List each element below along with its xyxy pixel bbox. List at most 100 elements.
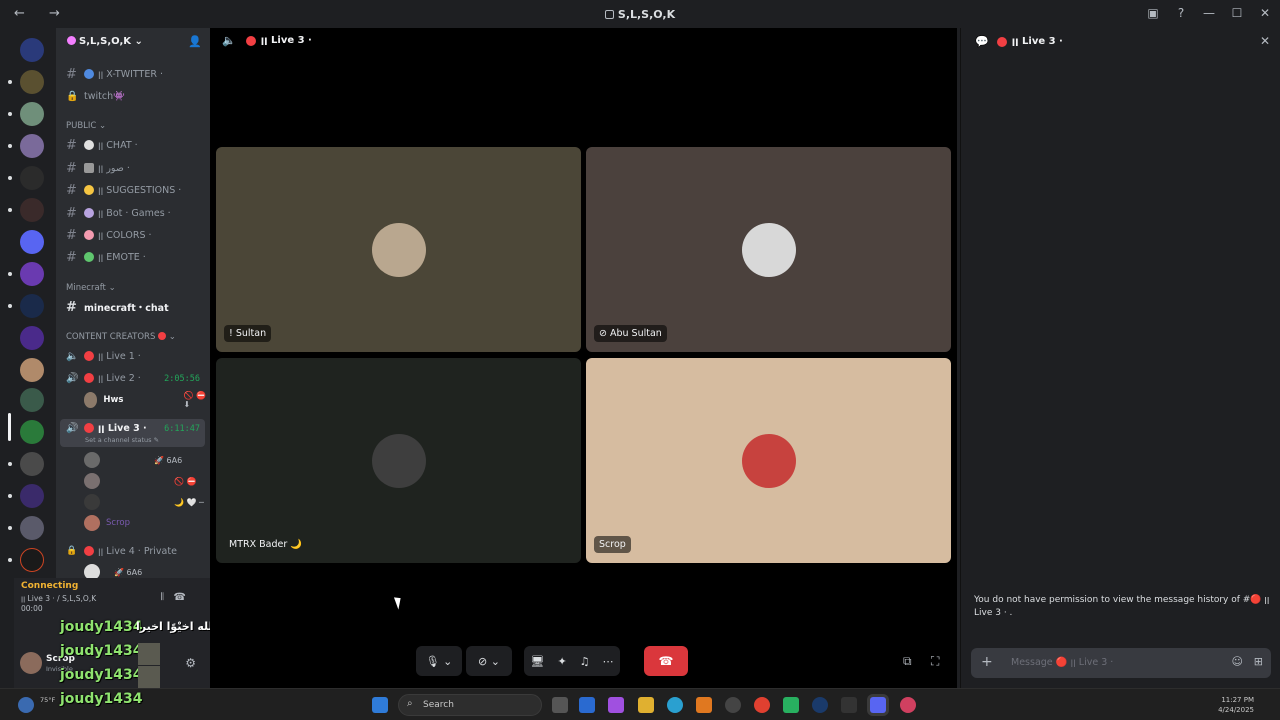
noise-suppression-icon[interactable]: 𝄃	[161, 592, 173, 603]
start-icon[interactable]	[372, 697, 388, 713]
taskbar-search[interactable]: ⌕ Search	[398, 694, 542, 716]
fullscreen-icon[interactable]: ⛶	[931, 654, 939, 669]
more-options-icon[interactable]: ⋯	[603, 655, 614, 668]
maximize-button[interactable]: ☐	[1230, 6, 1244, 20]
app-icon[interactable]	[579, 697, 595, 713]
server-icon[interactable]	[20, 388, 44, 412]
window-titlebar: ← → S,L,S,O,K ▣ ? — ☐ ✕	[0, 0, 1280, 28]
apps-icon[interactable]: ⊞	[1254, 655, 1263, 668]
channel-status-prompt[interactable]: Set a channel status ✎	[85, 436, 159, 444]
server-icon[interactable]	[20, 420, 44, 444]
voice-member[interactable]: Hws 🚫 ⛔ ⬇	[84, 391, 210, 409]
voice-channel-live4[interactable]: 🔒 ꞁꞁ Live 4 · Private	[66, 544, 177, 558]
voice-connection-status[interactable]: Connecting	[21, 581, 78, 591]
activities-icon[interactable]: ✦	[557, 655, 566, 668]
participant-tile[interactable]: ! Sultan	[216, 147, 581, 352]
voice-member[interactable]: 🚀 6A6	[84, 564, 142, 578]
inbox-icon[interactable]: ▣	[1146, 6, 1160, 20]
invite-icon[interactable]: 👤	[188, 35, 202, 48]
window-title: S,L,S,O,K	[0, 8, 1280, 21]
discord-icon[interactable]	[870, 697, 886, 713]
server-icon[interactable]	[20, 294, 44, 318]
participant-tile[interactable]: Scrop	[586, 358, 951, 563]
server-icon[interactable]	[20, 38, 44, 62]
activity-controls: 🖥 ✦ ♫ ⋯	[524, 646, 620, 676]
server-icon[interactable]	[20, 102, 44, 126]
help-icon[interactable]: ?	[1174, 6, 1188, 20]
system-clock[interactable]: 11:27 PM 4/24/2025	[1218, 695, 1254, 715]
unread-pip	[8, 558, 12, 562]
emoji-icon[interactable]: ☺	[1232, 655, 1243, 668]
server-icon[interactable]	[20, 548, 44, 572]
app-icon[interactable]	[783, 697, 799, 713]
channel-minecraft-chat[interactable]: # minecraft・chat	[66, 300, 169, 315]
steam-icon[interactable]	[725, 697, 741, 713]
server-icon[interactable]	[20, 262, 44, 286]
member-status-icons: 🚫 ⛔ ⬇	[183, 391, 206, 409]
app-icon	[604, 10, 614, 19]
server-icon[interactable]	[20, 230, 44, 254]
channel-x-twitter[interactable]: # ꞁꞁ X-TWITTER ·	[66, 67, 163, 82]
file-explorer-icon[interactable]	[638, 697, 654, 713]
category-content-creators[interactable]: CONTENT CREATORS ⌄	[66, 332, 176, 342]
channel-colors[interactable]: # ꞁꞁ COLORS ·	[66, 228, 152, 243]
channel-chat[interactable]: # ꞁꞁ CHAT ·	[66, 138, 138, 153]
channel-bot-games[interactable]: # ꞁꞁ Bot · Games ·	[66, 206, 171, 221]
server-icon[interactable]	[20, 326, 44, 350]
voice-channel-location[interactable]: ꞁꞁ Live 3 · / S,L,S,O,K	[21, 594, 96, 603]
minimize-button[interactable]: —	[1202, 6, 1216, 20]
copilot-icon[interactable]	[608, 697, 624, 713]
voice-member[interactable]: 🚀 6A6	[84, 452, 182, 468]
overlay-avatar	[138, 643, 160, 665]
channel-images[interactable]: # ꞁꞁ صور ·	[66, 161, 130, 176]
voice-channel-live1[interactable]: 🔈 ꞁꞁ Live 1 ·	[66, 349, 141, 363]
participant-tile[interactable]: ⊘ Abu Sultan	[586, 147, 951, 352]
weather-icon[interactable]	[18, 697, 34, 713]
channel-suggestions[interactable]: # ꞁꞁ SUGGESTIONS ·	[66, 183, 181, 198]
voice-channel-live3[interactable]: 🔊 ꞁꞁ Live 3 ·	[66, 421, 147, 435]
guild-header[interactable]: S,L,S,O,K ⌄ 👤	[56, 28, 210, 56]
microphone-button[interactable]: 🎙 ⌄	[416, 646, 462, 676]
epic-games-icon[interactable]	[841, 697, 857, 713]
server-icon[interactable]	[20, 70, 44, 94]
disconnect-icon[interactable]: ☎	[174, 592, 196, 603]
category-minecraft[interactable]: Minecraft ⌄	[66, 283, 116, 293]
close-button[interactable]: ✕	[1258, 6, 1272, 20]
overlay-avatar	[138, 666, 160, 688]
server-icon[interactable]	[20, 134, 44, 158]
voice-channel-live2[interactable]: 🔊 ꞁꞁ Live 2 ·	[66, 371, 141, 385]
channel-label: twitch👾	[84, 90, 125, 102]
vlc-icon[interactable]	[696, 697, 712, 713]
chrome-icon[interactable]	[900, 697, 916, 713]
category-public[interactable]: PUBLIC ⌄	[66, 121, 106, 131]
disconnect-call-button[interactable]: ☎	[644, 646, 688, 676]
attach-plus-icon[interactable]: +	[981, 654, 993, 670]
chat-header: 💬 ꞁꞁ Live 3 ·	[975, 35, 1063, 48]
screen-share-icon[interactable]: 🖥	[530, 655, 544, 668]
app-icon[interactable]	[812, 697, 828, 713]
weather-widget[interactable]: 75°F	[40, 696, 55, 704]
server-icon[interactable]	[20, 198, 44, 222]
server-icon[interactable]	[20, 166, 44, 190]
hash-icon: #	[66, 249, 77, 265]
channel-twitch[interactable]: 🔒 twitch👾	[66, 89, 125, 103]
camera-button[interactable]: ⊘ ⌄	[466, 646, 512, 676]
server-icon[interactable]	[20, 358, 44, 382]
chrome-icon[interactable]	[754, 697, 770, 713]
close-icon[interactable]: ✕	[1260, 34, 1270, 48]
soundboard-icon[interactable]: ♫	[580, 655, 590, 668]
edge-icon[interactable]	[667, 697, 683, 713]
voice-member[interactable]: Scrop	[84, 515, 130, 531]
message-input[interactable]: + Message 🔴 ꞁꞁ Live 3 · ☺ ⊞	[971, 648, 1271, 678]
server-icon[interactable]	[20, 452, 44, 476]
popout-icon[interactable]: ⧉	[903, 654, 912, 669]
task-view-icon[interactable]	[552, 697, 568, 713]
server-icon[interactable]	[20, 516, 44, 540]
voice-member[interactable]: 🌙 🤍 ─	[84, 494, 204, 510]
avatar[interactable]	[20, 652, 42, 674]
voice-member[interactable]: 🚫 ⛔	[84, 473, 196, 489]
settings-gear-icon[interactable]: ⚙	[185, 656, 196, 670]
participant-tile[interactable]: MTRX Bader 🌙	[216, 358, 581, 563]
channel-emote[interactable]: # ꞁꞁ EMOTE ·	[66, 249, 146, 265]
server-icon[interactable]	[20, 484, 44, 508]
